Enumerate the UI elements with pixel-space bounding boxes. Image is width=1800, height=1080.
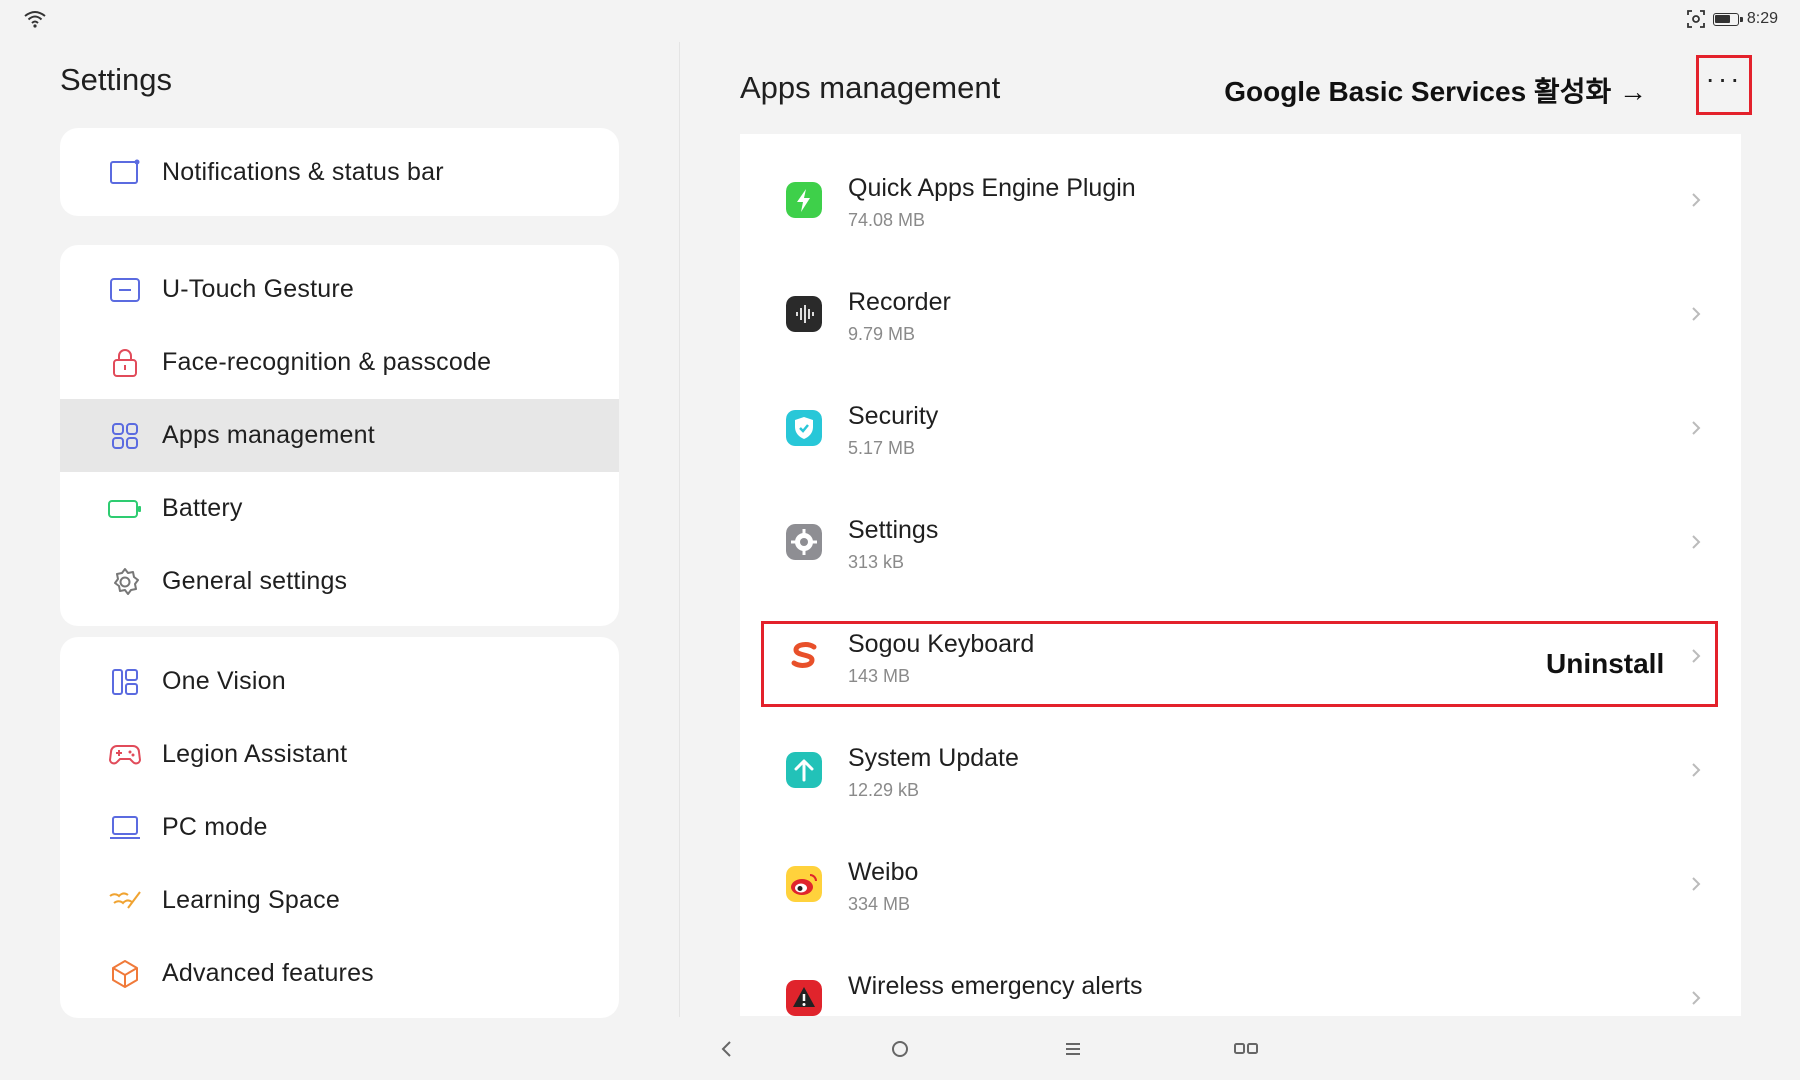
sidebar-item-legion-assistant[interactable]: Legion Assistant <box>60 718 619 791</box>
gamepad-icon <box>108 738 142 772</box>
sidebar-item-utouch[interactable]: U-Touch Gesture <box>60 253 619 326</box>
laptop-icon <box>108 811 142 845</box>
sogou-icon <box>786 638 822 674</box>
app-size: 313 kB <box>848 552 905 572</box>
chevron-right-icon <box>1692 763 1701 777</box>
app-size: 334 MB <box>848 894 911 914</box>
sidebar-item-general-settings[interactable]: General settings <box>60 545 619 618</box>
app-size: 9.79 MB <box>848 324 916 344</box>
app-size: 74.08 MB <box>848 210 926 230</box>
sidebar-item-advanced-features[interactable]: Advanced features <box>60 937 619 1010</box>
pane-divider <box>679 42 680 1017</box>
one-vision-icon <box>108 665 142 699</box>
app-size: 12.29 kB <box>848 780 920 800</box>
sidebar-card-notifications: Notifications & status bar <box>60 128 619 216</box>
app-name: Wireless emergency alerts <box>848 972 1143 1000</box>
chevron-right-icon <box>1692 193 1701 207</box>
learning-space-icon <box>108 884 142 918</box>
more-options-icon: ··· <box>1705 63 1743 94</box>
sidebar-item-label: Face-recognition & passcode <box>162 348 492 376</box>
battery-icon <box>108 492 142 526</box>
app-name: Security <box>848 402 939 430</box>
wifi-icon <box>24 11 46 28</box>
home-button[interactable] <box>885 1035 915 1063</box>
recorder-icon <box>786 296 822 332</box>
chevron-right-icon <box>1692 649 1701 663</box>
sidebar-item-label: Legion Assistant <box>162 740 348 768</box>
back-button[interactable] <box>712 1035 742 1063</box>
notification-icon <box>108 155 142 189</box>
app-row-weibo[interactable]: Weibo 334 MB <box>740 830 1741 943</box>
app-row-settings[interactable]: Settings 313 kB <box>740 488 1741 601</box>
apps-grid-icon <box>108 419 142 453</box>
chevron-right-icon <box>1692 877 1701 891</box>
app-size: 5.17 MB <box>848 438 916 458</box>
weibo-icon <box>786 866 822 902</box>
advanced-features-icon <box>108 957 142 991</box>
sidebar-item-label: One Vision <box>162 667 286 695</box>
recents-button[interactable] <box>1231 1035 1261 1063</box>
page-title: Apps management <box>740 70 1001 105</box>
chevron-right-icon <box>1692 535 1701 549</box>
app-name: Quick Apps Engine Plugin <box>848 174 1136 202</box>
sidebar-item-label: General settings <box>162 567 348 595</box>
chevron-right-icon <box>1692 307 1701 321</box>
app-size: 143 MB <box>848 666 911 686</box>
app-row-quick-apps[interactable]: Quick Apps Engine Plugin 74.08 MB <box>740 146 1741 259</box>
lock-icon <box>108 346 142 380</box>
sidebar-item-notifications[interactable]: Notifications & status bar <box>60 128 619 216</box>
screenshot-icon <box>1686 10 1705 28</box>
app-name: Sogou Keyboard <box>848 630 1035 658</box>
sidebar-item-label: Advanced features <box>162 959 374 987</box>
sidebar-item-face-recognition[interactable]: Face-recognition & passcode <box>60 326 619 399</box>
annotation-uninstall: Uninstall <box>1546 648 1665 679</box>
back-icon <box>721 1041 731 1057</box>
sidebar-item-pc-mode[interactable]: PC mode <box>60 791 619 864</box>
app-row-system-update[interactable]: System Update 12.29 kB <box>740 716 1741 829</box>
settings-gear-icon <box>786 524 822 560</box>
clock: 8:29 <box>1746 10 1778 27</box>
sidebar-item-label: PC mode <box>162 813 268 841</box>
sidebar-item-label: Notifications & status bar <box>162 157 444 186</box>
security-shield-icon <box>786 410 822 446</box>
app-name: Weibo <box>848 858 919 886</box>
apps-list: Quick Apps Engine Plugin 74.08 MB Record… <box>740 134 1741 1016</box>
sidebar-item-label: Apps management <box>162 421 375 449</box>
recents-icon <box>1234 1043 1258 1054</box>
sidebar-item-apps-management[interactable]: Apps management <box>60 399 619 472</box>
sidebar-item-label: U-Touch Gesture <box>162 275 354 303</box>
sidebar-title: Settings <box>60 62 173 97</box>
app-name: System Update <box>848 744 1019 772</box>
sidebar-item-learning-space[interactable]: Learning Space <box>60 864 619 937</box>
status-bar: 8:29 <box>0 0 1800 40</box>
menu-icon <box>1066 1043 1080 1055</box>
navigation-bar <box>680 1017 1800 1080</box>
sidebar-card-features: One Vision Legion Assistant PC mode Lear… <box>60 637 619 1018</box>
sidebar-item-label: Learning Space <box>162 886 340 914</box>
app-row-recorder[interactable]: Recorder 9.79 MB <box>740 260 1741 373</box>
menu-button[interactable] <box>1058 1035 1088 1063</box>
alert-icon <box>786 980 822 1016</box>
sidebar-item-label: Battery <box>162 494 243 522</box>
sidebar-item-battery[interactable]: Battery <box>60 472 619 545</box>
more-options-button[interactable]: ··· <box>1696 55 1752 115</box>
quick-apps-icon <box>786 182 822 218</box>
annotation-google-basic-services: Google Basic Services 활성화 → <box>1224 76 1647 107</box>
app-row-wireless-emergency-alerts[interactable]: Wireless emergency alerts <box>740 944 1741 1016</box>
sidebar-item-one-vision[interactable]: One Vision <box>60 645 619 718</box>
gesture-icon <box>108 273 142 307</box>
home-icon <box>892 1041 908 1057</box>
app-row-security[interactable]: Security 5.17 MB <box>740 374 1741 487</box>
sidebar-card-system: U-Touch Gesture Face-recognition & passc… <box>60 245 619 626</box>
battery-icon <box>1712 12 1743 26</box>
chevron-right-icon <box>1692 421 1701 435</box>
system-update-icon <box>786 752 822 788</box>
chevron-right-icon <box>1692 991 1701 1005</box>
gear-icon <box>108 565 142 599</box>
app-name: Recorder <box>848 288 951 316</box>
app-name: Settings <box>848 516 939 544</box>
